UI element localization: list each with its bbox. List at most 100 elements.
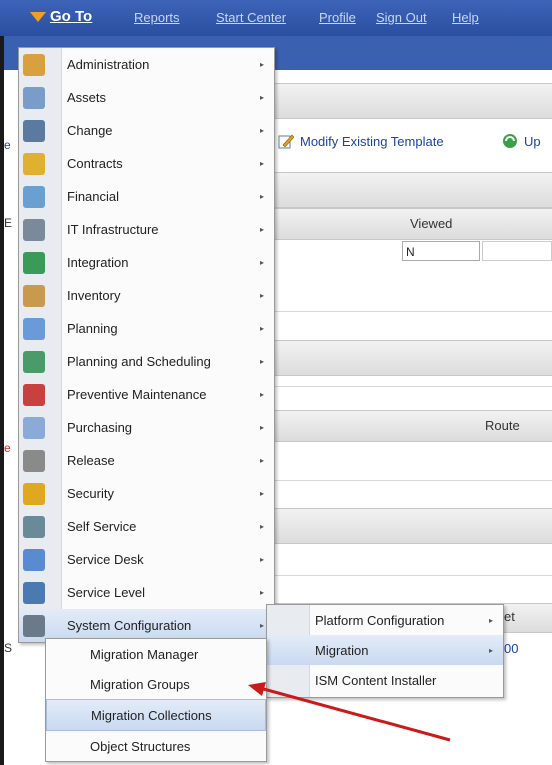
menu-item-release[interactable]: Release ▸ (19, 444, 274, 477)
goto-menu: Administration ▸ Assets ▸ Change ▸ Contracts ▸ F… (18, 47, 275, 643)
nav-link-start-center[interactable]: Start Center (216, 10, 286, 25)
menu-item-assets[interactable]: Assets ▸ (19, 81, 274, 114)
menu-item-self-service[interactable]: Self Service ▸ (19, 510, 274, 543)
menu-item-label: Inventory (67, 288, 121, 303)
purchasing-icon (23, 417, 45, 439)
release-icon (23, 450, 45, 472)
menu-item-label: Planning and Scheduling (67, 354, 211, 369)
menu-item-label: System Configuration (67, 618, 192, 633)
submenu-item-label: Migration Groups (90, 676, 190, 692)
submenu-item-migration-manager[interactable]: Migration Manager (46, 639, 266, 669)
menu-item-label: IT Infrastructure (67, 222, 159, 237)
goto-label: Go To (50, 8, 93, 25)
submenu-item-label: Object Structures (90, 738, 191, 754)
menu-item-change[interactable]: Change ▸ (19, 114, 274, 147)
menu-item-it-infrastructure[interactable]: IT Infrastructure ▸ (19, 213, 274, 246)
menu-item-service-level[interactable]: Service Level ▸ (19, 576, 274, 609)
edit-template-icon (278, 134, 294, 149)
update-link[interactable]: Up (502, 133, 541, 149)
change-icon (23, 120, 45, 142)
submenu-arrow-icon: ▸ (259, 621, 264, 630)
submenu-arrow-icon: ▸ (259, 423, 264, 432)
menu-item-label: Service Desk (67, 552, 144, 567)
menu-item-service-desk[interactable]: Service Desk ▸ (19, 543, 274, 576)
menu-item-inventory[interactable]: Inventory ▸ (19, 279, 274, 312)
submenu-arrow-icon: ▸ (259, 225, 264, 234)
menu-item-administration[interactable]: Administration ▸ (19, 48, 274, 81)
menu-item-label: Planning (67, 321, 118, 336)
menu-item-preventive-maintenance[interactable]: Preventive Maintenance ▸ (19, 378, 274, 411)
self-service-icon (23, 516, 45, 538)
left-partial-text: S (4, 641, 13, 655)
menu-item-planning[interactable]: Planning ▸ (19, 312, 274, 345)
update-icon (503, 134, 517, 148)
modify-existing-template-label: Modify Existing Template (300, 133, 444, 149)
menu-item-label: Contracts (67, 156, 123, 171)
column-header-route: Route (485, 418, 520, 433)
menu-item-label: Release (67, 453, 115, 468)
divider (270, 386, 552, 387)
modify-existing-template-link[interactable]: Modify Existing Template (278, 133, 444, 149)
submenu-arrow-icon: ▸ (259, 126, 264, 135)
menu-item-purchasing[interactable]: Purchasing ▸ (19, 411, 274, 444)
submenu-item-migration-collections[interactable]: Migration Collections (46, 699, 266, 731)
section-header-band-3 (270, 508, 552, 544)
submenu-arrow-icon: ▸ (259, 456, 264, 465)
planning-scheduling-icon (23, 351, 45, 373)
financial-icon (23, 186, 45, 208)
submenu-item-object-structures[interactable]: Object Structures (46, 731, 266, 761)
menu-item-security[interactable]: Security ▸ (19, 477, 274, 510)
viewed-field[interactable]: N (402, 241, 480, 261)
menu-item-label: Service Level (67, 585, 146, 600)
submenu-item-label: Migration (315, 642, 369, 658)
inventory-icon (23, 285, 45, 307)
submenu-arrow-icon: ▸ (259, 258, 264, 267)
menu-item-label: Change (67, 123, 113, 138)
nav-link-sign-out[interactable]: Sign Out (376, 10, 427, 25)
section-header-band-1 (270, 172, 552, 208)
menu-item-integration[interactable]: Integration ▸ (19, 246, 274, 279)
menu-item-planning-scheduling[interactable]: Planning and Scheduling ▸ (19, 345, 274, 378)
submenu-arrow-icon: ▸ (259, 60, 264, 69)
left-partial-text: e (4, 441, 11, 455)
submenu-item-platform-configuration[interactable]: Platform Configuration ▸ (267, 605, 503, 635)
submenu-arrow-icon: ▸ (259, 192, 264, 201)
nav-link-help[interactable]: Help (452, 10, 479, 25)
left-partial-text: E (4, 216, 13, 230)
service-desk-icon (23, 549, 45, 571)
submenu-arrow-icon: ▸ (259, 588, 264, 597)
submenu-item-label: Platform Configuration (315, 612, 445, 628)
service-level-icon (23, 582, 45, 604)
submenu-arrow-icon: ▸ (488, 645, 493, 655)
goto-menu-button[interactable]: Go To (30, 8, 92, 25)
menu-item-financial[interactable]: Financial ▸ (19, 180, 274, 213)
migration-submenu: Migration Manager Migration Groups Migrati… (45, 638, 267, 762)
section-header-band-2 (270, 340, 552, 376)
submenu-arrow-icon: ▸ (259, 159, 264, 168)
divider (270, 480, 552, 481)
submenu-item-label: Migration Manager (90, 646, 199, 662)
submenu-item-migration[interactable]: Migration ▸ (267, 635, 503, 665)
submenu-item-label: Migration Collections (91, 707, 212, 723)
submenu-item-migration-groups[interactable]: Migration Groups (46, 669, 266, 699)
menu-item-label: Self Service (67, 519, 137, 534)
empty-field[interactable] (482, 241, 552, 261)
left-partial-text: e (4, 138, 11, 152)
menu-item-contracts[interactable]: Contracts ▸ (19, 147, 274, 180)
nav-link-reports[interactable]: Reports (134, 10, 180, 25)
menu-item-label: Financial (67, 189, 120, 204)
submenu-arrow-icon: ▸ (259, 489, 264, 498)
administration-icon (23, 54, 45, 76)
integration-icon (23, 252, 45, 274)
update-label-partial: Up (524, 133, 541, 149)
submenu-arrow-icon: ▸ (259, 522, 264, 531)
menu-item-label: Administration (67, 57, 150, 72)
nav-link-profile[interactable]: Profile (319, 10, 356, 25)
goto-dropdown-icon (30, 11, 46, 22)
submenu-arrow-icon: ▸ (259, 390, 264, 399)
divider (270, 575, 552, 576)
menu-item-label: Security (67, 486, 114, 501)
column-header-viewed: Viewed (410, 216, 453, 231)
divider (270, 311, 552, 312)
security-icon (23, 483, 45, 505)
